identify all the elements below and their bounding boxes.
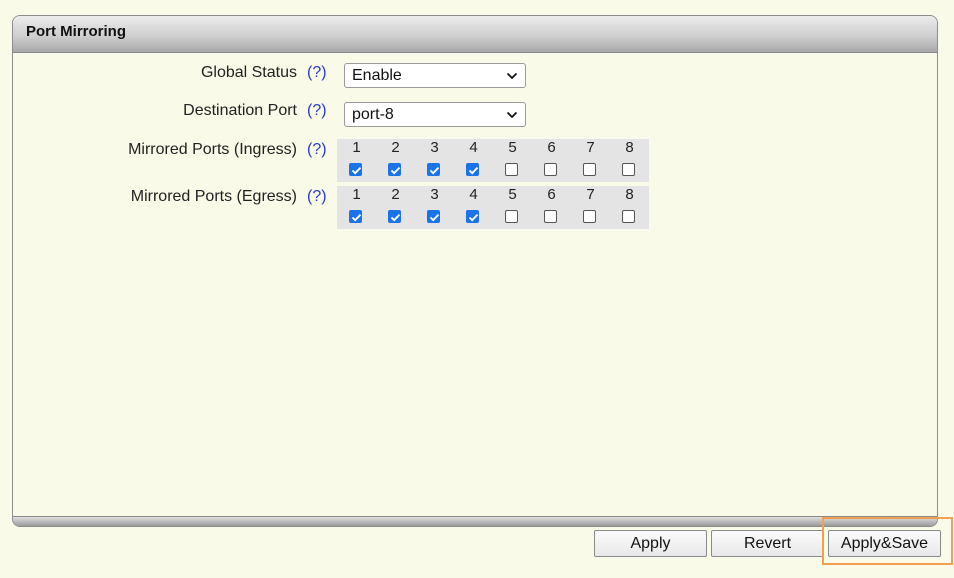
apply-button[interactable]: Apply xyxy=(594,530,707,557)
ingress-port-3: 3 xyxy=(415,139,454,182)
egress-port-3-checkbox[interactable] xyxy=(427,210,440,223)
port-mirroring-panel: Port Mirroring Global Status (?) Enable … xyxy=(12,15,938,527)
egress-port-8: 8 xyxy=(610,186,649,229)
egress-port-number: 4 xyxy=(469,186,478,203)
egress-port-7: 7 xyxy=(571,186,610,229)
egress-port-6-checkbox[interactable] xyxy=(544,210,557,223)
ingress-port-number: 2 xyxy=(391,139,400,156)
ingress-port-6-checkbox[interactable] xyxy=(544,163,557,176)
egress-port-2-checkbox[interactable] xyxy=(388,210,401,223)
chevron-down-icon xyxy=(506,72,518,80)
egress-port-7-checkbox[interactable] xyxy=(583,210,596,223)
ingress-port-number: 1 xyxy=(352,139,361,156)
ingress-port-2: 2 xyxy=(376,139,415,182)
ingress-port-5: 5 xyxy=(493,139,532,182)
ingress-port-2-checkbox[interactable] xyxy=(388,163,401,176)
egress-port-number: 2 xyxy=(391,186,400,203)
global-status-select[interactable]: Enable xyxy=(344,63,526,88)
global-status-help-link[interactable]: (?) xyxy=(307,64,327,82)
ingress-port-number: 3 xyxy=(430,139,439,156)
ingress-port-7: 7 xyxy=(571,139,610,182)
checkmark-icon xyxy=(429,166,440,175)
ingress-port-6: 6 xyxy=(532,139,571,182)
checkmark-icon xyxy=(468,166,479,175)
egress-port-2: 2 xyxy=(376,186,415,229)
egress-port-number: 3 xyxy=(430,186,439,203)
egress-port-4: 4 xyxy=(454,186,493,229)
mirrored-egress-help-link[interactable]: (?) xyxy=(307,188,327,206)
ingress-port-1-checkbox[interactable] xyxy=(349,163,362,176)
egress-port-6: 6 xyxy=(532,186,571,229)
apply-save-button[interactable]: Apply&Save xyxy=(828,530,941,557)
egress-port-grid: 1 2 3 4 5 6 7 8 xyxy=(337,186,649,229)
checkmark-icon xyxy=(390,166,401,175)
chevron-down-icon xyxy=(506,111,518,119)
ingress-port-number: 5 xyxy=(508,139,517,156)
mirrored-egress-label: Mirrored Ports (Egress) xyxy=(130,188,297,205)
destination-port-select[interactable]: port-8 xyxy=(344,102,526,127)
ingress-port-4: 4 xyxy=(454,139,493,182)
egress-port-number: 8 xyxy=(625,186,634,203)
checkmark-icon xyxy=(468,213,479,222)
checkmark-icon xyxy=(351,166,362,175)
checkmark-icon xyxy=(351,213,362,222)
egress-port-1: 1 xyxy=(337,186,376,229)
ingress-port-3-checkbox[interactable] xyxy=(427,163,440,176)
ingress-port-7-checkbox[interactable] xyxy=(583,163,596,176)
egress-port-8-checkbox[interactable] xyxy=(622,210,635,223)
egress-port-5-checkbox[interactable] xyxy=(505,210,518,223)
ingress-port-8-checkbox[interactable] xyxy=(622,163,635,176)
panel-title: Port Mirroring xyxy=(13,16,937,53)
ingress-port-5-checkbox[interactable] xyxy=(505,163,518,176)
egress-port-3: 3 xyxy=(415,186,454,229)
ingress-port-number: 4 xyxy=(469,139,478,156)
ingress-port-1: 1 xyxy=(337,139,376,182)
global-status-label: Global Status xyxy=(200,64,297,81)
destination-port-label: Destination Port xyxy=(183,102,297,119)
egress-port-number: 7 xyxy=(586,186,595,203)
ingress-port-4-checkbox[interactable] xyxy=(466,163,479,176)
global-status-value: Enable xyxy=(352,67,402,84)
mirrored-ingress-help-link[interactable]: (?) xyxy=(307,141,327,159)
egress-port-number: 1 xyxy=(352,186,361,203)
checkmark-icon xyxy=(429,213,440,222)
egress-port-number: 6 xyxy=(547,186,556,203)
destination-port-value: port-8 xyxy=(352,106,394,123)
ingress-port-8: 8 xyxy=(610,139,649,182)
destination-port-help-link[interactable]: (?) xyxy=(307,102,327,120)
revert-button[interactable]: Revert xyxy=(711,530,824,557)
egress-port-5: 5 xyxy=(493,186,532,229)
mirrored-ingress-label: Mirrored Ports (Ingress) xyxy=(128,141,297,158)
ingress-port-number: 8 xyxy=(625,139,634,156)
ingress-port-grid: 1 2 3 4 5 6 7 8 xyxy=(337,139,649,182)
panel-footer-bar xyxy=(13,516,937,526)
checkmark-icon xyxy=(390,213,401,222)
ingress-port-number: 7 xyxy=(586,139,595,156)
egress-port-4-checkbox[interactable] xyxy=(466,210,479,223)
ingress-port-number: 6 xyxy=(547,139,556,156)
egress-port-number: 5 xyxy=(508,186,517,203)
egress-port-1-checkbox[interactable] xyxy=(349,210,362,223)
